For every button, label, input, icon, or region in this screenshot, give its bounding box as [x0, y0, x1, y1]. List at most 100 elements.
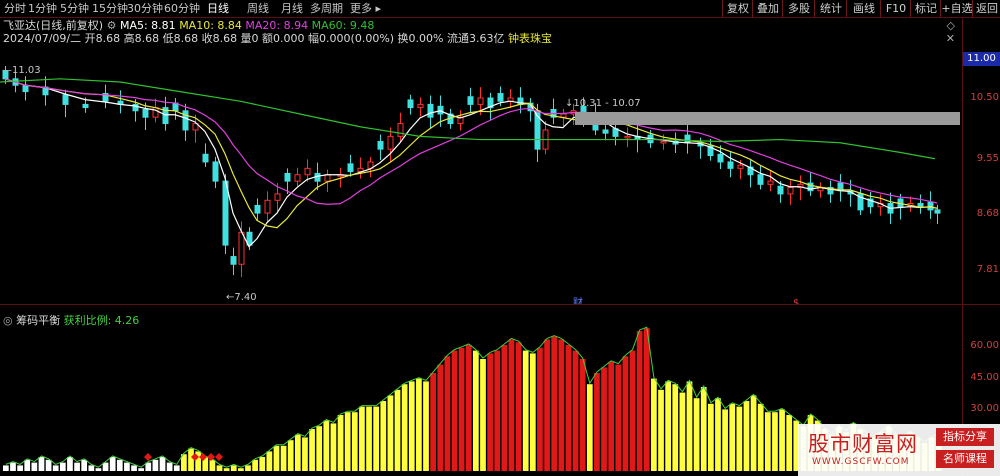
chip-bar	[124, 462, 130, 471]
chip-bar	[708, 403, 714, 471]
timeframe-tab-6[interactable]: 日线	[207, 0, 229, 17]
range-band	[575, 112, 960, 125]
price-chart[interactable]: —11.03←7.40↓10.31 - 10.07财 $	[0, 48, 962, 304]
candle-body	[497, 93, 504, 102]
main-header-line: 飞亚达(日线,前复权) ⚙ MA5: 8.81 MA10: 8.84 MA20:…	[3, 19, 374, 32]
chip-bar	[465, 345, 472, 471]
toolbar-button-7[interactable]: +自选	[940, 0, 973, 17]
chip-bar	[366, 406, 372, 471]
candle-body	[757, 174, 764, 185]
timeframe-tab-4[interactable]: 30分钟	[127, 0, 163, 17]
chip-bar	[17, 465, 23, 471]
chip-bar	[487, 353, 493, 471]
chip-bar	[643, 328, 650, 471]
chip-bar	[24, 459, 31, 471]
chip-bar	[280, 445, 287, 471]
chip-bar	[373, 406, 380, 471]
chip-bar	[522, 350, 529, 471]
chip-bar	[515, 342, 522, 471]
chip-bar	[259, 457, 266, 471]
candle-body	[254, 204, 261, 214]
toolbar-button-5[interactable]: F10	[880, 0, 911, 17]
candle-body	[624, 135, 631, 139]
timeframe-tab-7[interactable]: 周线	[247, 0, 269, 17]
timeframe-tab-0[interactable]: 分时	[4, 0, 26, 17]
chip-bar	[74, 462, 80, 471]
chip-bar	[95, 468, 102, 471]
concept-tag[interactable]: 钟表珠宝	[508, 32, 552, 45]
chip-bar	[722, 409, 728, 471]
candle-body	[324, 174, 331, 182]
candle-body	[347, 163, 354, 173]
chip-bar	[679, 392, 686, 471]
chip-bar	[223, 468, 230, 471]
chip-bar	[579, 359, 586, 471]
toolbar-button-8[interactable]: 返回	[972, 0, 1000, 17]
timeframe-tab-8[interactable]: 月线	[281, 0, 303, 17]
timeframe-tab-3[interactable]: 15分钟	[92, 0, 128, 17]
chip-bar	[152, 459, 159, 471]
candle-body	[397, 123, 404, 137]
tag-teacher-course[interactable]: 名师课程	[936, 450, 994, 468]
toolbar-button-3[interactable]: 统计	[814, 0, 847, 17]
settings-icon[interactable]: ⚙	[107, 19, 117, 32]
toolbar-button-0[interactable]: 复权	[722, 0, 753, 17]
chip-bar	[544, 339, 550, 471]
candle-body	[437, 105, 444, 115]
toolbar-button-6[interactable]: 标记	[910, 0, 941, 17]
toolbar-button-4[interactable]: 画线	[846, 0, 881, 17]
chip-bar	[273, 445, 280, 471]
candle-body	[230, 256, 237, 265]
chip-bar	[480, 359, 486, 471]
chip-bar	[686, 381, 693, 471]
chip-bar	[608, 361, 615, 471]
timeframe-tab-9[interactable]: 多周期	[310, 0, 343, 17]
chip-bar	[109, 457, 116, 471]
chip-bar	[416, 378, 422, 471]
chip-bar	[508, 339, 515, 471]
candle-body	[467, 96, 474, 105]
chip-bar	[586, 384, 593, 471]
candle-body	[182, 110, 189, 131]
chip-bar	[700, 387, 707, 471]
timeframe-tab-10[interactable]: 更多 ▸	[350, 0, 381, 17]
chip-bar	[408, 381, 415, 471]
price-tick-1: 9.55	[976, 153, 999, 164]
timeframe-tab-1[interactable]: 1分钟	[28, 0, 57, 17]
timeframe-tab-5[interactable]: 60分钟	[164, 0, 200, 17]
chip-bar	[102, 462, 109, 471]
high-marker: —11.03	[2, 65, 41, 76]
candle-body	[152, 107, 159, 118]
chip-bar	[565, 345, 572, 471]
toolbar-button-1[interactable]: 叠加	[752, 0, 783, 17]
chip-bar	[437, 364, 444, 471]
chip-bar	[658, 389, 664, 471]
chip-bar	[494, 350, 501, 471]
tag-indicator-share[interactable]: 指标分享	[936, 428, 994, 446]
chip-bar	[337, 415, 344, 471]
candle-body	[274, 193, 281, 201]
chip-bar	[159, 457, 166, 471]
timeframe-tab-2[interactable]: 5分钟	[60, 0, 89, 17]
chip-bar	[764, 412, 771, 471]
candle-body	[917, 203, 924, 208]
chip-bar	[52, 465, 59, 471]
candle-body	[387, 135, 394, 150]
candle-body	[142, 109, 149, 118]
chip-bar	[715, 398, 721, 471]
chip-bar	[344, 412, 351, 471]
chip-bar	[230, 465, 237, 471]
chip-bar	[423, 381, 429, 471]
candle-body	[202, 153, 209, 163]
close-icon[interactable]: ✕	[946, 32, 955, 45]
low-marker: ←7.40	[226, 292, 257, 303]
price-tick-3: 7.81	[976, 264, 999, 275]
toolbar-button-2[interactable]: 多股	[782, 0, 815, 17]
chip-bar	[651, 378, 657, 471]
chip-bar	[380, 401, 387, 471]
candle-body	[427, 103, 434, 118]
chip-bar	[3, 465, 9, 471]
chip-bar	[59, 462, 66, 471]
chip-bar	[145, 462, 152, 471]
settings-diamond-icon[interactable]: ◇	[947, 19, 955, 32]
